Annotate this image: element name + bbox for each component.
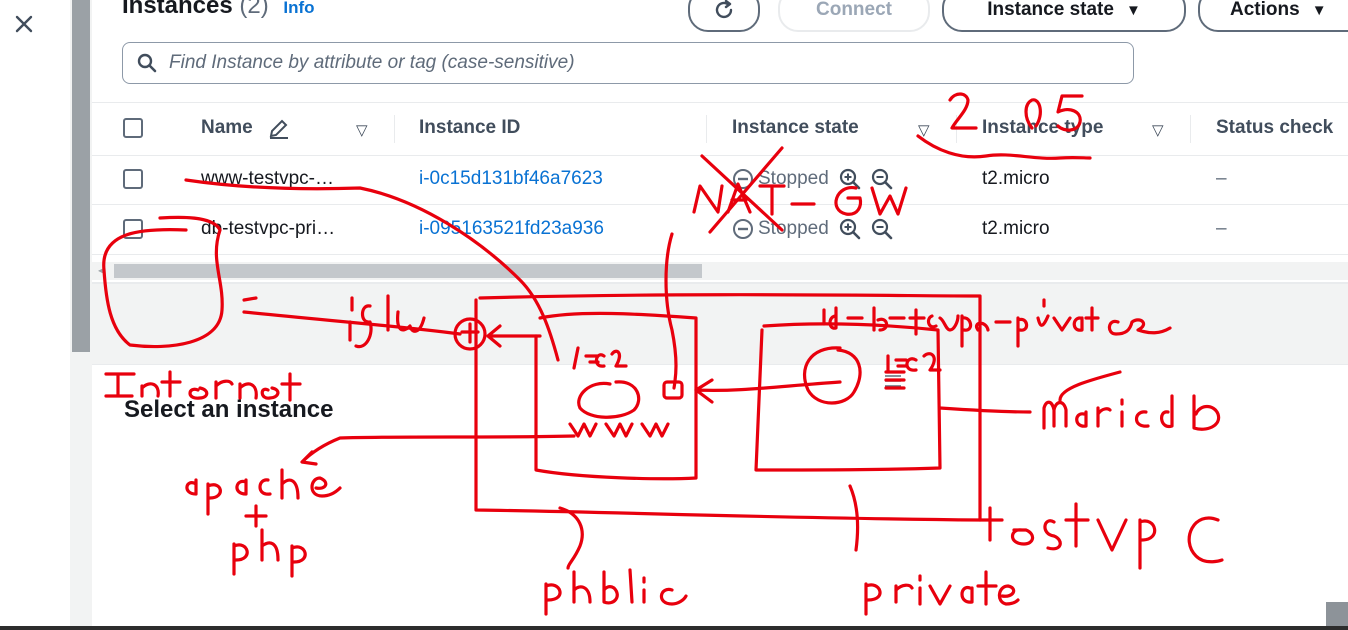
instance-name: www-testvpc-… bbox=[201, 168, 335, 189]
page-title: Instances (2) Info bbox=[122, 0, 315, 20]
instance-state: Stopped bbox=[732, 168, 893, 190]
refresh-icon bbox=[715, 0, 733, 19]
split-panel-header bbox=[92, 284, 1348, 365]
actions-button[interactable]: Actions ▼ bbox=[1198, 0, 1348, 32]
vertical-scrollbar-thumb[interactable] bbox=[72, 0, 90, 352]
instance-id-link[interactable]: i-095163521fd23a936 bbox=[419, 218, 604, 240]
scroll-left-arrow-icon[interactable]: ◂ bbox=[98, 263, 104, 277]
horizontal-scrollbar-thumb[interactable] bbox=[114, 264, 702, 278]
zoom-out-icon[interactable] bbox=[871, 218, 893, 240]
zoom-out-icon[interactable] bbox=[871, 168, 893, 190]
column-header-name[interactable]: Name bbox=[201, 117, 253, 139]
instance-type: t2.micro bbox=[982, 218, 1050, 239]
drag-handle-icon[interactable] bbox=[884, 374, 902, 393]
actions-label: Actions bbox=[1230, 0, 1300, 20]
column-header-instance-state[interactable]: Instance state bbox=[732, 117, 859, 139]
instance-state-label: Instance state bbox=[987, 0, 1114, 20]
search-field[interactable] bbox=[122, 42, 1134, 84]
caret-down-icon: ▼ bbox=[1125, 1, 1141, 19]
instance-state-button[interactable]: Instance state ▼ bbox=[942, 0, 1186, 32]
search-input[interactable] bbox=[167, 51, 1133, 75]
window-bottom-edge bbox=[0, 626, 1348, 630]
column-separator bbox=[956, 115, 957, 143]
details-split-panel: Select an instance bbox=[92, 282, 1348, 628]
column-separator bbox=[1190, 115, 1191, 143]
table-row[interactable]: www-testvpc-… i-0c15d131bf46a7623 Stoppe… bbox=[92, 154, 1348, 205]
info-link[interactable]: Info bbox=[283, 0, 314, 17]
connect-label: Connect bbox=[816, 0, 892, 20]
table-header: Name ▽ Instance ID Instance state ▽ Inst… bbox=[92, 102, 1348, 156]
caret-down-icon: ▼ bbox=[1311, 1, 1327, 19]
select-all-checkbox[interactable] bbox=[123, 118, 143, 138]
title-text: Instances bbox=[122, 0, 233, 19]
column-separator bbox=[706, 115, 707, 143]
column-header-status-check[interactable]: Status check bbox=[1216, 117, 1333, 139]
left-rail bbox=[0, 0, 71, 630]
row-checkbox[interactable] bbox=[123, 219, 143, 239]
panel-corner bbox=[1326, 602, 1348, 628]
instance-count: (2) bbox=[239, 0, 269, 19]
close-icon[interactable] bbox=[8, 8, 40, 40]
instance-type: t2.micro bbox=[982, 168, 1050, 189]
instance-name: db-testvpc-pri… bbox=[201, 218, 336, 239]
table-row[interactable]: db-testvpc-pri… i-095163521fd23a936 Stop… bbox=[92, 204, 1348, 255]
zoom-in-icon[interactable] bbox=[839, 168, 861, 190]
edit-pencil-icon bbox=[269, 119, 288, 139]
status-check: – bbox=[1216, 168, 1227, 189]
state-label: Stopped bbox=[758, 218, 829, 239]
zoom-in-icon[interactable] bbox=[839, 218, 861, 240]
instance-id-link[interactable]: i-0c15d131bf46a7623 bbox=[419, 168, 603, 190]
instances-panel: Instances (2) Info Connect Instance stat… bbox=[92, 0, 1348, 628]
status-check: – bbox=[1216, 218, 1227, 239]
state-label: Stopped bbox=[758, 168, 829, 189]
refresh-button[interactable] bbox=[688, 0, 760, 32]
column-separator bbox=[394, 115, 395, 143]
stopped-status-icon bbox=[733, 219, 753, 239]
filter-caret-icon[interactable]: ▽ bbox=[1152, 121, 1164, 139]
column-header-instance-type[interactable]: Instance type bbox=[982, 117, 1103, 139]
column-header-instance-id[interactable]: Instance ID bbox=[419, 117, 520, 139]
stopped-status-icon bbox=[733, 169, 753, 189]
connect-button[interactable]: Connect bbox=[778, 0, 930, 32]
filter-caret-icon[interactable]: ▽ bbox=[918, 121, 930, 139]
filter-caret-icon[interactable]: ▽ bbox=[356, 121, 368, 139]
instance-state: Stopped bbox=[732, 218, 893, 240]
search-icon bbox=[137, 53, 157, 73]
row-checkbox[interactable] bbox=[123, 169, 143, 189]
details-title: Select an instance bbox=[124, 396, 334, 423]
